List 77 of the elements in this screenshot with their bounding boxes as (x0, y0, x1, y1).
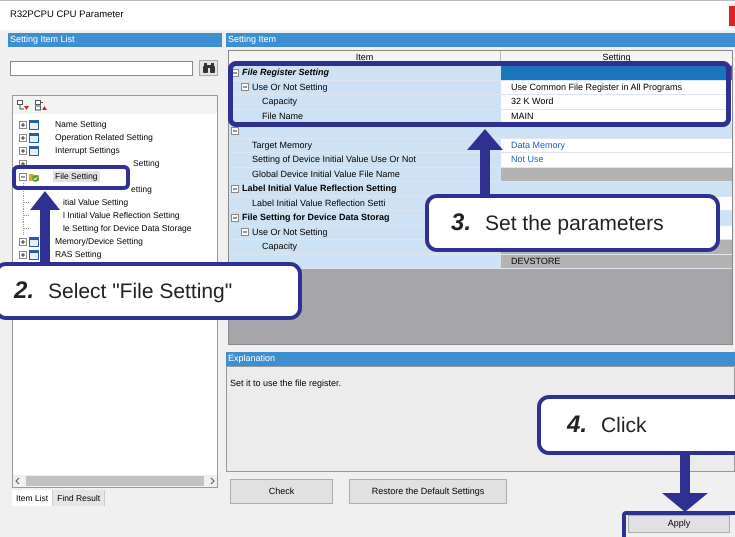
window-icon (29, 146, 39, 156)
apply-button[interactable]: Apply (628, 515, 730, 533)
callout-text: Click (601, 414, 647, 436)
item-label: Setting of Device Initial Value Use Or Not (252, 155, 416, 164)
group-label: Label Initial Value Reflection Setting (242, 184, 397, 194)
item-label: Use Or Not Setting (252, 82, 328, 92)
setting-cell[interactable]: Not Use (501, 153, 732, 166)
collapse-icon[interactable] (231, 184, 239, 193)
item-label: Label Initial Value Reflection Setti (252, 198, 386, 208)
window-title: R32PCPU CPU Parameter (10, 8, 124, 22)
window-icon (29, 236, 39, 246)
window-icon (29, 132, 39, 142)
close-button[interactable] (729, 6, 735, 26)
window-icon (29, 250, 39, 260)
callout-text: Select "File Setting" (48, 280, 232, 302)
tree-item[interactable]: RAS Setting (53, 249, 104, 260)
collapse-all-icon[interactable] (17, 100, 29, 110)
expand-all-icon[interactable] (35, 100, 47, 110)
tree-item[interactable]: File Setting (53, 171, 100, 182)
item-label: File Name (262, 112, 304, 121)
tree-item[interactable]: Operation Related Setting (53, 132, 155, 143)
tree-item[interactable]: Setting (131, 158, 162, 169)
collapse-icon[interactable] (241, 228, 249, 236)
tree-item[interactable]: etting (131, 184, 152, 195)
setting-value: DEVSTORE (511, 256, 560, 266)
scrollbar-thumb[interactable] (26, 476, 204, 486)
step-number: 4. (567, 413, 588, 437)
tree-item[interactable]: itial Value Setting (63, 197, 128, 208)
step-number: 2. (14, 279, 34, 303)
column-header: Setting (601, 51, 632, 64)
explanation-text: Set it to use the file register. (230, 378, 342, 388)
group-label: File Register Setting (242, 68, 330, 78)
setting-cell[interactable]: 32 K Word (501, 95, 732, 108)
item-label: Global Device Initial Value File Name (252, 170, 400, 179)
expand-icon[interactable] (19, 120, 27, 128)
setting-cell[interactable]: Data Memory (501, 138, 732, 152)
tree-item[interactable]: Name Setting (53, 119, 108, 130)
folder-check-icon (29, 172, 39, 182)
setting-value: 32 K Word (511, 97, 554, 106)
binoculars-icon (202, 63, 214, 73)
expand-icon[interactable] (19, 146, 27, 154)
tree-item[interactable]: le Setting for Device Data Storage (63, 223, 192, 234)
setting-cell[interactable]: Use Common File Register in All Programs (501, 80, 732, 94)
collapse-icon[interactable] (231, 214, 239, 222)
panel-header: Explanation (226, 352, 735, 366)
panel-header: Setting Item (226, 33, 735, 47)
item-label: Capacity (262, 97, 298, 106)
setting-cell[interactable] (501, 66, 732, 80)
panel-header: Setting Item List (8, 33, 222, 47)
setting-value: Data Memory (511, 140, 566, 150)
action-button[interactable]: Check (230, 479, 333, 504)
step-number: 3. (451, 211, 472, 235)
collapse-icon[interactable] (19, 172, 27, 180)
find-button[interactable] (199, 60, 218, 76)
item-label: Target Memory (252, 140, 312, 150)
expand-icon[interactable] (19, 250, 27, 258)
window-icon (29, 120, 39, 130)
setting-value: Use Common File Register in All Programs (511, 82, 682, 92)
group-label: File Setting for Device Data Storag (242, 213, 390, 222)
collapse-icon[interactable] (231, 126, 239, 135)
item-label: Capacity (262, 242, 298, 252)
tab[interactable]: Item List (12, 490, 54, 506)
item-label: Use Or Not Setting (252, 228, 328, 237)
expand-icon[interactable] (19, 134, 27, 142)
tree-item[interactable]: l Initial Value Reflection Setting (63, 210, 180, 221)
tree-item[interactable]: Memory/Device Setting (53, 236, 145, 247)
callout-text: Set the parameters (485, 212, 664, 234)
tree-item[interactable]: Interrupt Settings (53, 145, 122, 156)
setting-value: Not Use (511, 155, 544, 164)
column-header: Item (229, 51, 501, 65)
horizontal-scrollbar[interactable] (13, 475, 217, 487)
setting-value: MAIN (511, 112, 534, 121)
action-button[interactable]: Restore the Default Settings (349, 479, 507, 504)
expand-icon[interactable] (19, 238, 27, 246)
tab[interactable]: Find Result (53, 490, 106, 506)
collapse-icon[interactable] (241, 83, 249, 92)
search-field[interactable] (10, 60, 193, 76)
